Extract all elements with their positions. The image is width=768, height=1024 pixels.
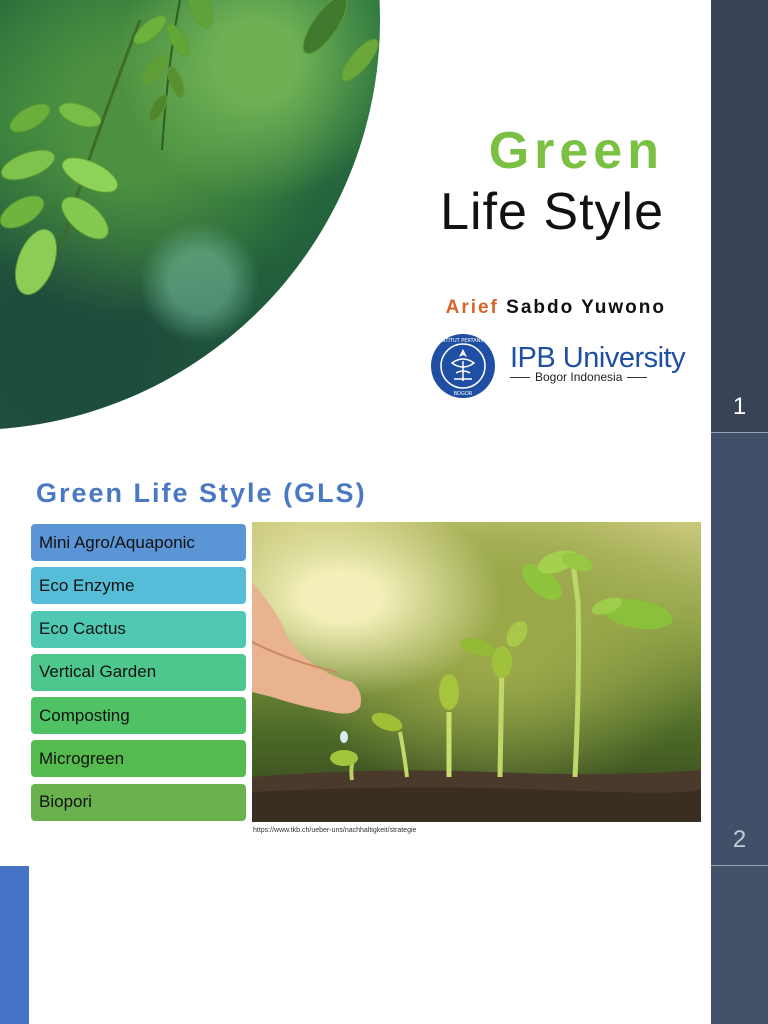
rail-divider [711, 432, 768, 433]
divider-dash [627, 376, 648, 378]
gls-title: Green Life Style (GLS) [36, 478, 367, 508]
slide-1-title[interactable]: Green Life Style Arief Sabdo Yuwono INST… [0, 0, 711, 432]
leaves-illustration [0, 0, 379, 296]
slide-3[interactable] [0, 866, 711, 1024]
image-source-caption[interactable]: https://www.tkb.ch/ueber-uns/nachhaltigk… [253, 827, 416, 834]
seedlings-photo [252, 522, 701, 822]
ipb-seal-logo: INSTITUT PERTANIAN BOGOR [431, 334, 495, 398]
gls-item-label: Vertical Garden [39, 662, 157, 682]
gls-item-label: Microgreen [39, 748, 125, 768]
svg-text:BOGOR: BOGOR [454, 391, 473, 397]
author-last-name: Sabdo Yuwono [498, 297, 666, 318]
slide-number-1[interactable]: 1 [711, 393, 768, 421]
gls-item-label: Biopori [39, 792, 92, 812]
gls-item-eco-enzyme[interactable]: Eco Enzyme [31, 567, 246, 605]
slide-rail-2 [711, 433, 768, 865]
gls-item-label: Eco Enzyme [39, 575, 135, 595]
gls-item-microgreen[interactable]: Microgreen [31, 740, 246, 778]
title-life-style: Life Style [440, 183, 664, 241]
gls-item-list: Mini Agro/Aquaponic Eco Enzyme Eco Cactu… [31, 524, 246, 827]
rail-divider [711, 865, 768, 866]
seedlings-illustration [252, 550, 701, 822]
university-location: Bogor Indonesia [535, 370, 623, 384]
gls-item-biopori[interactable]: Biopori [31, 783, 246, 821]
gls-item-vertical-garden[interactable]: Vertical Garden [31, 653, 246, 691]
university-subtitle: Bogor Indonesia [510, 370, 648, 384]
slide-rail-3 [711, 866, 768, 1024]
gls-item-composting[interactable]: Composting [31, 697, 246, 735]
gls-item-label: Mini Agro/Aquaponic [39, 532, 195, 552]
gls-item-label: Eco Cactus [39, 619, 126, 639]
author-name: Arief Sabdo Yuwono [446, 297, 666, 319]
gls-item-label: Composting [39, 705, 130, 725]
divider-dash [510, 376, 530, 378]
gls-item-eco-cactus[interactable]: Eco Cactus [31, 610, 246, 648]
slide-2-gls[interactable]: Green Life Style (GLS) Mini Agro/Aquapon… [0, 433, 711, 865]
title-green: Green [488, 122, 664, 180]
slide-3-accent-bar [0, 866, 29, 1024]
author-first-name: Arief [445, 297, 499, 318]
slide-rail-1 [711, 0, 768, 432]
svg-text:INSTITUT PERTANIAN: INSTITUT PERTANIAN [437, 338, 489, 344]
slide-number-2[interactable]: 2 [711, 826, 768, 854]
gls-item-mini-agro[interactable]: Mini Agro/Aquaponic [31, 524, 246, 561]
